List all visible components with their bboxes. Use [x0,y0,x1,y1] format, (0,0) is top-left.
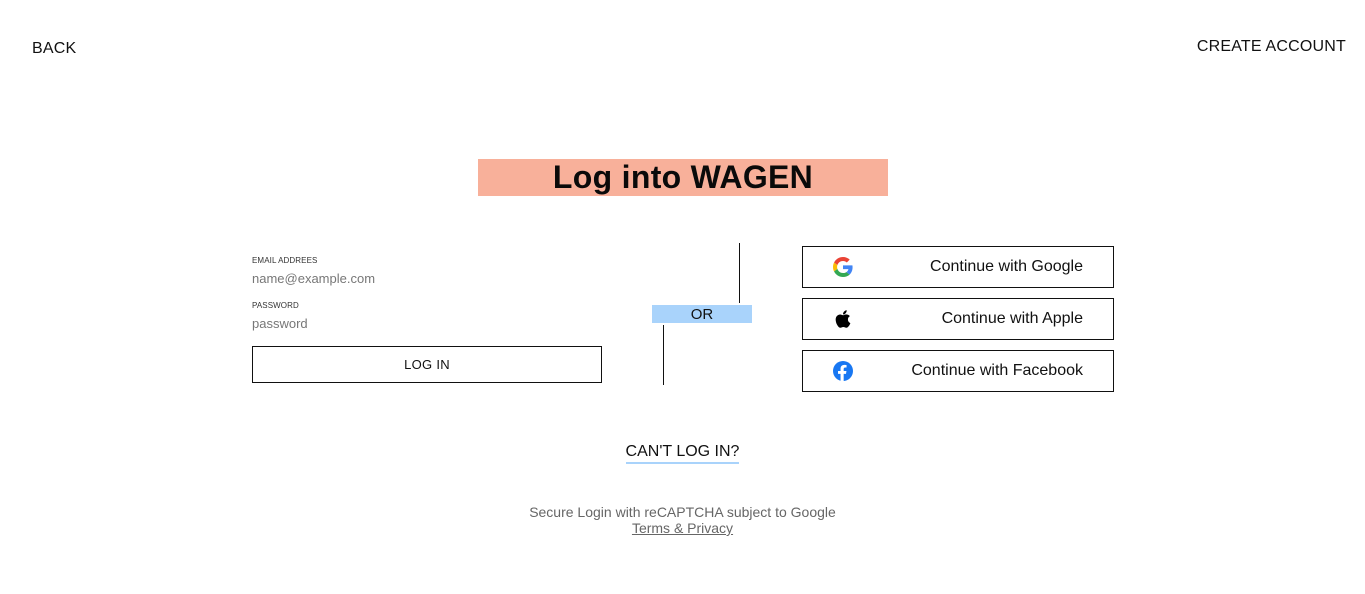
cant-login-container: CAN'T LOG IN? [0,443,1365,464]
email-label: EMAIL ADDREES [252,256,318,265]
divider-line-top [739,243,740,303]
cant-login-link[interactable]: CAN'T LOG IN? [625,443,740,464]
recaptcha-notice: Secure Login with reCAPTCHA subject to G… [529,504,836,520]
or-label: OR [690,305,714,323]
login-button[interactable]: LOG IN [252,346,602,383]
divider-line-bottom [663,325,664,385]
or-separator: OR [652,305,752,323]
facebook-button-label: Continue with Facebook [911,362,1083,379]
continue-with-google-button[interactable]: Continue with Google [802,246,1114,288]
apple-icon [833,309,853,329]
page-title-banner: Log into WAGEN [478,159,888,196]
password-label: PASSWORD [252,301,299,310]
apple-button-label: Continue with Apple [941,310,1083,327]
google-icon [833,257,853,277]
terms-privacy-link[interactable]: Terms & Privacy [632,520,733,536]
password-field[interactable] [252,314,602,332]
continue-with-apple-button[interactable]: Continue with Apple [802,298,1114,340]
google-button-label: Continue with Google [930,258,1083,275]
terms-container: Terms & Privacy [0,520,1365,538]
create-account-link[interactable]: CREATE ACCOUNT [1197,38,1346,56]
continue-with-facebook-button[interactable]: Continue with Facebook [802,350,1114,392]
facebook-icon [833,361,853,381]
email-field[interactable] [252,269,602,287]
back-link[interactable]: BACK [32,40,76,58]
login-page: BACK CREATE ACCOUNT Log into WAGEN EMAIL… [0,0,1365,594]
page-title: Log into WAGEN [552,159,814,195]
